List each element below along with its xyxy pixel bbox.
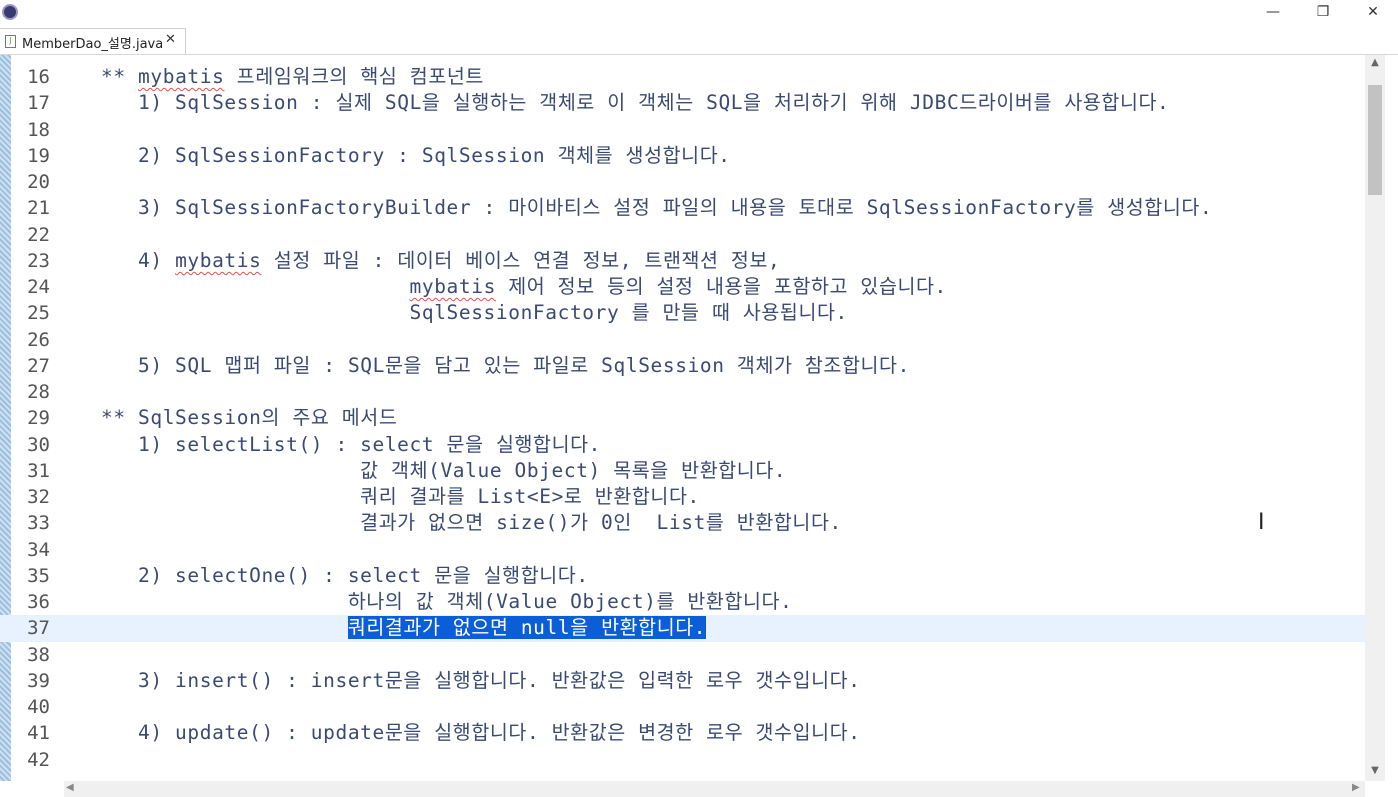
spelling-warning: mybatis — [138, 65, 225, 88]
code-text: 3) insert() : insert문을 실행합니다. 반환값은 입력한 로… — [64, 668, 861, 692]
scroll-up-icon[interactable]: ▲ — [1369, 57, 1381, 69]
line-number: 21 — [27, 197, 50, 220]
code-text: 4) mybatis 설정 파일 : 데이터 베이스 연결 정보, 트랜잭션 정… — [64, 248, 781, 272]
code-line[interactable]: 22 — [0, 222, 1365, 248]
code-line[interactable]: 37 쿼리결과가 없으면 null을 반환합니다. — [0, 615, 1365, 642]
code-line[interactable]: 34 — [0, 537, 1365, 563]
line-number: 24 — [27, 276, 50, 298]
line-number: 30 — [27, 433, 50, 456]
close-window-button[interactable]: ✕ — [1350, 0, 1396, 26]
line-number: 33 — [27, 512, 50, 535]
line-number: 36 — [27, 591, 50, 613]
code-line[interactable]: 28 — [0, 379, 1365, 405]
code-line[interactable]: 21 3) SqlSessionFactoryBuilder : 마이바티스 설… — [0, 195, 1365, 221]
line-number: 32 — [27, 486, 50, 508]
code-line[interactable]: 41 4) update() : update문을 실행합니다. 반환값은 변경… — [0, 720, 1365, 746]
code-line[interactable]: 39 3) insert() : insert문을 실행합니다. 반환값은 입력… — [0, 668, 1365, 694]
code-line[interactable]: 42 — [0, 747, 1365, 773]
code-text: 5) SQL 맵퍼 파일 : SQL문을 담고 있는 파일로 SqlSessio… — [64, 353, 910, 377]
code-line[interactable]: 33 결과가 없으면 size()가 0인 List를 반환합니다. — [0, 510, 1365, 536]
code-text: 1) selectList() : select 문을 실행합니다. — [64, 432, 601, 456]
line-number: 18 — [27, 118, 50, 141]
minimize-button[interactable]: — — [1250, 0, 1296, 26]
line-number: 17 — [27, 92, 50, 115]
code-line[interactable]: 27 5) SQL 맵퍼 파일 : SQL문을 담고 있는 파일로 SqlSes… — [0, 353, 1365, 379]
code-line[interactable]: 31 값 객체(Value Object) 목록을 반환합니다. — [0, 458, 1365, 484]
code-editor[interactable]: 16 ** mybatis 프레임워크의 핵심 컴포넌트 17 1) SqlSes… — [0, 55, 1398, 781]
code-text: 쿼리 결과를 List<E>로 반환합니다. — [64, 485, 700, 508]
code-line[interactable]: 40 — [0, 694, 1365, 720]
line-number: 40 — [27, 696, 50, 718]
line-number: 26 — [27, 328, 50, 351]
scroll-right-icon[interactable]: ▶ — [1352, 782, 1360, 793]
code-line[interactable]: 16 ** mybatis 프레임워크의 핵심 컴포넌트 — [0, 64, 1365, 90]
line-number: 28 — [27, 381, 50, 403]
code-line[interactable]: 24 mybatis 제어 정보 등의 설정 내용을 포함하고 있습니다. — [0, 274, 1365, 300]
code-line[interactable]: 30 1) selectList() : select 문을 실행합니다. — [0, 432, 1365, 458]
line-number: 20 — [27, 171, 50, 193]
code-text: 2) SqlSessionFactory : SqlSession 객체를 생성… — [64, 143, 731, 167]
spelling-warning: mybatis — [175, 248, 262, 272]
line-number: 25 — [27, 302, 50, 325]
line-number: 19 — [27, 144, 50, 167]
line-number: 35 — [27, 564, 50, 587]
horizontal-scrollbar[interactable]: ◀ ▶ — [64, 781, 1365, 797]
line-number: 23 — [27, 249, 50, 272]
line-number: 37 — [27, 617, 50, 640]
code-text: 2) selectOne() : select 문을 실행합니다. — [64, 563, 589, 587]
code-line[interactable]: 35 2) selectOne() : select 문을 실행합니다. — [0, 563, 1365, 589]
text-selection: 쿼리결과가 없으면 null을 반환합니다. — [347, 616, 707, 640]
code-text: 결과가 없으면 size()가 0인 List를 반환합니다. — [64, 511, 842, 535]
line-number: 27 — [27, 354, 50, 377]
line-number: 38 — [27, 643, 50, 666]
code-text: SqlSessionFactory 를 만들 때 사용됩니다. — [64, 301, 848, 325]
code-line[interactable]: 32 쿼리 결과를 List<E>로 반환합니다. — [0, 484, 1365, 510]
code-line[interactable]: 17 1) SqlSession : 실제 SQL을 실행하는 객체로 이 객체… — [0, 90, 1365, 116]
code-text: 하나의 값 객체(Value Object)를 반환합니다. — [64, 590, 793, 613]
ibeam-cursor-icon: Ⅰ — [1258, 510, 1265, 535]
line-number: 31 — [27, 459, 50, 482]
java-file-icon: J — [5, 35, 16, 48]
code-text: 값 객체(Value Object) 목록을 반환합니다. — [64, 458, 787, 482]
code-text: mybatis 제어 정보 등의 설정 내용을 포함하고 있습니다. — [409, 275, 947, 298]
code-line[interactable]: 25 SqlSessionFactory 를 만들 때 사용됩니다. — [0, 300, 1365, 326]
spelling-warning: mybatis — [409, 275, 496, 298]
tab-label: MemberDao_설명.java — [22, 37, 164, 52]
code-line[interactable]: 19 2) SqlSessionFactory : SqlSession 객체를… — [0, 143, 1365, 169]
code-line[interactable]: 29 ** SqlSession의 주요 메서드 — [0, 405, 1365, 431]
code-line[interactable]: 23 4) mybatis 설정 파일 : 데이터 베이스 연결 정보, 트랜잭… — [0, 248, 1365, 274]
line-number: 42 — [27, 748, 50, 771]
line-number: 34 — [27, 538, 50, 561]
line-number: 39 — [27, 669, 50, 692]
vertical-scroll-thumb[interactable] — [1368, 85, 1382, 195]
eclipse-icon — [2, 4, 18, 20]
code-line[interactable]: 18 — [0, 117, 1365, 143]
code-text: 쿼리결과가 없으면 null을 반환합니다. — [64, 615, 707, 641]
scroll-left-icon[interactable]: ◀ — [66, 782, 74, 793]
line-number: 41 — [27, 722, 50, 745]
code-line[interactable]: 26 — [0, 327, 1365, 353]
code-line[interactable]: 38 — [0, 642, 1365, 668]
title-bar: — ❐ ✕ — [0, 0, 1398, 26]
vertical-scrollbar[interactable]: ▲ ▼ — [1365, 55, 1385, 781]
line-number: 16 — [27, 66, 50, 88]
editor-tab-bar: J MemberDao_설명.java ✕ ━ ☐ — [0, 26, 1398, 71]
restore-button[interactable]: ❐ — [1300, 0, 1346, 26]
code-text: ** mybatis 프레임워크의 핵심 컴포넌트 — [64, 65, 484, 88]
line-number: 29 — [27, 407, 50, 430]
code-line[interactable]: 20 — [0, 169, 1365, 195]
line-number: 22 — [27, 223, 50, 246]
code-text: 4) update() : update문을 실행합니다. 반환값은 변경한 로… — [64, 721, 861, 745]
code-text: ** SqlSession의 주요 메서드 — [64, 406, 398, 430]
close-tab-icon[interactable]: ✕ — [165, 32, 176, 47]
code-text: 3) SqlSessionFactoryBuilder : 마이바티스 설정 파… — [64, 196, 1213, 220]
scroll-down-icon[interactable]: ▼ — [1369, 765, 1381, 777]
code-text: 1) SqlSession : 실제 SQL을 실행하는 객체로 이 객체는 S… — [64, 91, 1170, 115]
code-line[interactable]: 36 하나의 값 객체(Value Object)를 반환합니다. — [0, 589, 1365, 615]
editor-tab[interactable]: J MemberDao_설명.java ✕ — [0, 28, 186, 54]
